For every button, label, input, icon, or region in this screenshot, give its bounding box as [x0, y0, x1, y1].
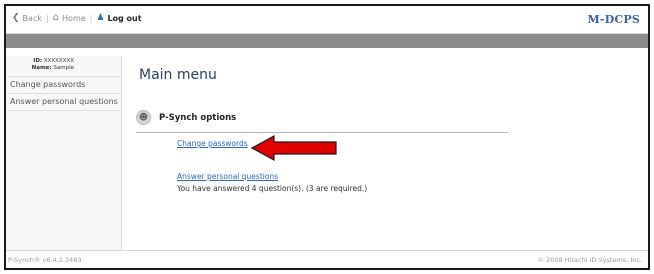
name-label: Name: [31, 65, 52, 71]
page-title: Main menu [139, 67, 217, 83]
answer-questions-link[interactable]: Answer personal questions [177, 172, 278, 181]
logout-link[interactable]: ♟ Log out [96, 13, 141, 23]
logout-label: Log out [107, 13, 142, 23]
user-avatar-icon: ☻ [136, 110, 151, 125]
back-link[interactable]: ❮ Back [12, 13, 42, 23]
home-label: Home [62, 13, 86, 23]
home-link[interactable]: ⌂ Home [53, 13, 86, 23]
name-value: Sample [53, 65, 74, 71]
sidebar: ID: XXXXXXXX Name: Sample Change passwor… [6, 56, 122, 250]
nav-separator: | [45, 13, 49, 23]
section-header: ☻ P-Synch options [136, 110, 236, 125]
nav-links: ❮ Back | ⌂ Home | ♟ Log out [12, 13, 142, 24]
section-title: P-Synch options [159, 112, 237, 123]
version-text: P-Synch® v6.4.2.3483 [8, 256, 82, 264]
change-passwords-link[interactable]: Change passwords [177, 139, 248, 148]
nav-separator: | [89, 13, 93, 23]
home-icon: ⌂ [52, 12, 60, 23]
header-band [6, 34, 648, 48]
red-arrow-annotation [250, 134, 337, 162]
browser-frame: ❮ Back | ⌂ Home | ♟ Log out M-DCPS ID: X… [4, 4, 650, 270]
status-text: You have answered 4 question(s). (3 are … [177, 184, 368, 193]
copyright-text: © 2008 Hitachi ID Systems, Inc. [537, 256, 642, 264]
main-content: Main menu ☻ P-Synch options Change passw… [122, 48, 648, 250]
top-toolbar: ❮ Back | ⌂ Home | ♟ Log out M-DCPS [6, 6, 648, 34]
back-label: Back [22, 13, 42, 23]
id-label: ID: [33, 58, 43, 64]
brand-logo: M-DCPS [587, 13, 640, 26]
sidebar-item-change-passwords[interactable]: Change passwords [8, 76, 120, 93]
id-value: XXXXXXXX [43, 58, 74, 64]
logout-icon: ♟ [96, 13, 105, 23]
back-icon: ❮ [12, 13, 20, 23]
sidebar-item-answer-questions[interactable]: Answer personal questions [8, 93, 120, 111]
user-info: ID: XXXXXXXX Name: Sample [6, 56, 80, 76]
footer: P-Synch® v6.4.2.3483 © 2008 Hitachi ID S… [6, 250, 648, 268]
